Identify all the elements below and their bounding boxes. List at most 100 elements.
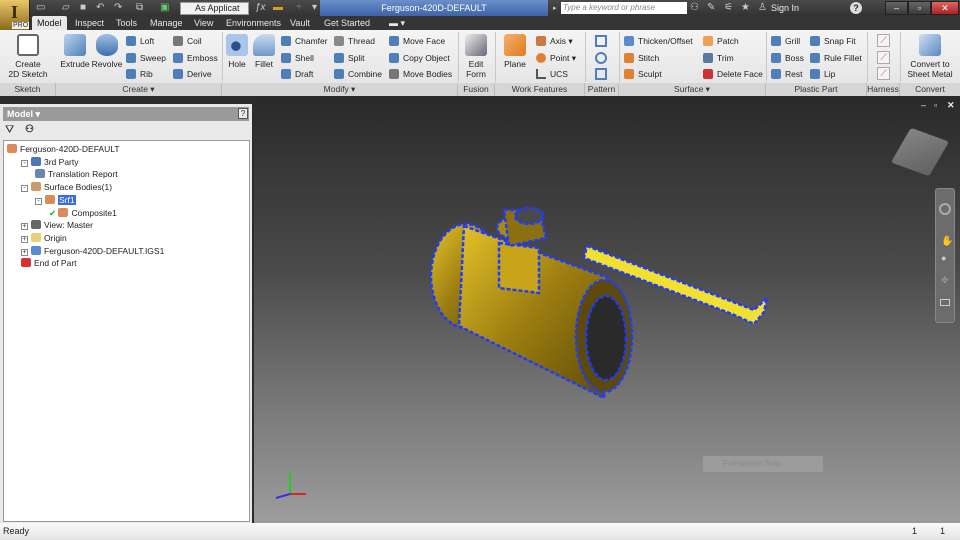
- group-create[interactable]: Create ▾: [56, 83, 222, 96]
- combine-button[interactable]: Combine: [334, 68, 382, 80]
- zoom-icon[interactable]: ●: [941, 253, 946, 263]
- return-icon[interactable]: ▣: [160, 2, 169, 13]
- satellite-icon[interactable]: ⚟: [724, 2, 733, 13]
- viewport-minimize-icon[interactable]: –: [921, 100, 926, 110]
- tree-node[interactable]: Ferguson-420D-DEFAULT: [7, 143, 120, 156]
- emboss-button[interactable]: Emboss: [173, 52, 218, 64]
- edit-form-button[interactable]: Edit Form: [462, 34, 490, 79]
- tab-environments[interactable]: Environments: [226, 16, 281, 30]
- tab-inspect[interactable]: Inspect: [75, 16, 104, 30]
- open-icon[interactable]: ▱: [62, 2, 70, 13]
- plus-icon[interactable]: +: [296, 2, 302, 13]
- revolve-button[interactable]: Revolve: [91, 34, 123, 69]
- tree-node[interactable]: ✔ Composite1: [49, 207, 117, 220]
- undo-icon[interactable]: ↶: [96, 2, 104, 13]
- expand-toggle[interactable]: -: [21, 159, 28, 167]
- fillet-button[interactable]: Fillet: [251, 34, 277, 69]
- shell-button[interactable]: Shell: [281, 52, 314, 64]
- rectangular-pattern-icon[interactable]: [595, 35, 607, 47]
- maximize-button[interactable]: ▫: [908, 1, 931, 15]
- tab-get-started[interactable]: Get Started: [324, 16, 370, 30]
- plane-button[interactable]: Plane: [500, 34, 530, 69]
- search-input[interactable]: Type a keyword or phrase: [561, 2, 687, 14]
- tree-node[interactable]: + Ferguson-420D-DEFAULT.IGS1: [21, 245, 164, 258]
- panel-toggle-icon[interactable]: ▬ ▾: [389, 16, 405, 30]
- tree-node[interactable]: - Srf1: [35, 194, 76, 207]
- tree-node[interactable]: + View: Master: [21, 219, 93, 232]
- star-icon[interactable]: ★: [741, 2, 750, 13]
- browser-title-dropdown[interactable]: Model ▾: [3, 107, 249, 121]
- valve-model[interactable]: [254, 98, 960, 523]
- rule-fillet-button[interactable]: Rule Fillet: [810, 52, 862, 64]
- mirror-icon[interactable]: [595, 68, 607, 80]
- steering-wheel-icon[interactable]: [939, 203, 951, 215]
- patch-button[interactable]: Patch: [703, 35, 739, 47]
- trim-button[interactable]: Trim: [703, 52, 734, 64]
- sweep-button[interactable]: Sweep: [126, 52, 166, 64]
- expand-toggle[interactable]: +: [21, 223, 28, 231]
- redo-icon[interactable]: ↷: [114, 2, 122, 13]
- tab-manage[interactable]: Manage: [150, 16, 183, 30]
- create-2d-sketch-button[interactable]: Create 2D Sketch: [4, 34, 52, 79]
- expand-toggle[interactable]: -: [35, 197, 42, 205]
- thread-button[interactable]: Thread: [334, 35, 375, 47]
- sculpt-button[interactable]: Sculpt: [624, 68, 662, 80]
- tree-node[interactable]: - Surface Bodies(1): [21, 181, 112, 194]
- find-binoculars-icon[interactable]: ⚇: [25, 124, 34, 135]
- tree-node[interactable]: - 3rd Party: [21, 156, 79, 169]
- viewport-restore-icon[interactable]: ▫: [934, 100, 937, 110]
- derive-button[interactable]: Derive: [173, 68, 212, 80]
- tab-model[interactable]: Model: [32, 16, 67, 30]
- search-arrow-icon[interactable]: ▸: [553, 4, 557, 12]
- tab-tools[interactable]: Tools: [116, 16, 137, 30]
- convert-to-sheet-metal-button[interactable]: Convert to Sheet Metal: [902, 34, 958, 79]
- wrench-icon[interactable]: ✎: [707, 2, 715, 13]
- group-modify[interactable]: Modify ▾: [222, 83, 458, 96]
- expand-toggle[interactable]: +: [21, 248, 28, 256]
- fx-icon[interactable]: ƒx: [255, 2, 266, 13]
- harness-icon-3[interactable]: ⟋: [877, 67, 890, 80]
- move-face-button[interactable]: Move Face: [389, 35, 445, 47]
- ucs-button[interactable]: UCS: [536, 68, 568, 80]
- look-at-icon[interactable]: [940, 299, 950, 306]
- customize-qat-icon[interactable]: ▾: [312, 2, 317, 13]
- viewport-close-icon[interactable]: ✕: [947, 100, 955, 111]
- stitch-button[interactable]: Stitch: [624, 52, 659, 64]
- user-icon[interactable]: ♙: [758, 2, 767, 13]
- harness-icon-2[interactable]: ⟋: [877, 51, 890, 64]
- point-button[interactable]: Point ▾: [536, 52, 576, 64]
- new-icon[interactable]: ▭: [36, 2, 45, 13]
- binoculars-icon[interactable]: ⚇: [690, 2, 699, 13]
- minimize-button[interactable]: –: [885, 1, 908, 15]
- hole-button[interactable]: Hole: [225, 34, 249, 69]
- thicken-offset-button[interactable]: Thicken/Offset: [624, 35, 693, 47]
- split-button[interactable]: Split: [334, 52, 365, 64]
- snap-fit-button[interactable]: Snap Fit: [810, 35, 856, 47]
- circular-pattern-icon[interactable]: [595, 52, 607, 64]
- harness-icon-1[interactable]: ⟋: [877, 34, 890, 47]
- help-icon[interactable]: ?: [850, 2, 862, 14]
- axis-button[interactable]: Axis ▾: [536, 35, 573, 47]
- loft-button[interactable]: Loft: [126, 35, 154, 47]
- close-button[interactable]: ✕: [931, 1, 959, 15]
- extrude-button[interactable]: Extrude: [60, 34, 90, 69]
- expand-toggle[interactable]: +: [21, 235, 28, 243]
- pan-icon[interactable]: ✋: [941, 236, 953, 247]
- 3d-viewport[interactable]: [254, 98, 960, 523]
- tree-node[interactable]: End of Part: [21, 257, 77, 270]
- orbit-icon[interactable]: ✥: [941, 275, 949, 286]
- copy-object-button[interactable]: Copy Object: [389, 52, 450, 64]
- lip-button[interactable]: Lip: [810, 68, 835, 80]
- rib-button[interactable]: Rib: [126, 68, 153, 80]
- boss-button[interactable]: Boss: [771, 52, 804, 64]
- tab-view[interactable]: View: [194, 16, 213, 30]
- filter-icon[interactable]: ⛛: [5, 124, 14, 137]
- chamfer-button[interactable]: Chamfer: [281, 35, 328, 47]
- expand-toggle[interactable]: -: [21, 185, 28, 193]
- draft-button[interactable]: Draft: [281, 68, 313, 80]
- color-icon[interactable]: ▬: [273, 2, 283, 13]
- group-surface[interactable]: Surface ▾: [619, 83, 766, 96]
- coil-button[interactable]: Coil: [173, 35, 202, 47]
- sign-in-button[interactable]: Sign In: [771, 3, 799, 13]
- tab-vault[interactable]: Vault: [290, 16, 310, 30]
